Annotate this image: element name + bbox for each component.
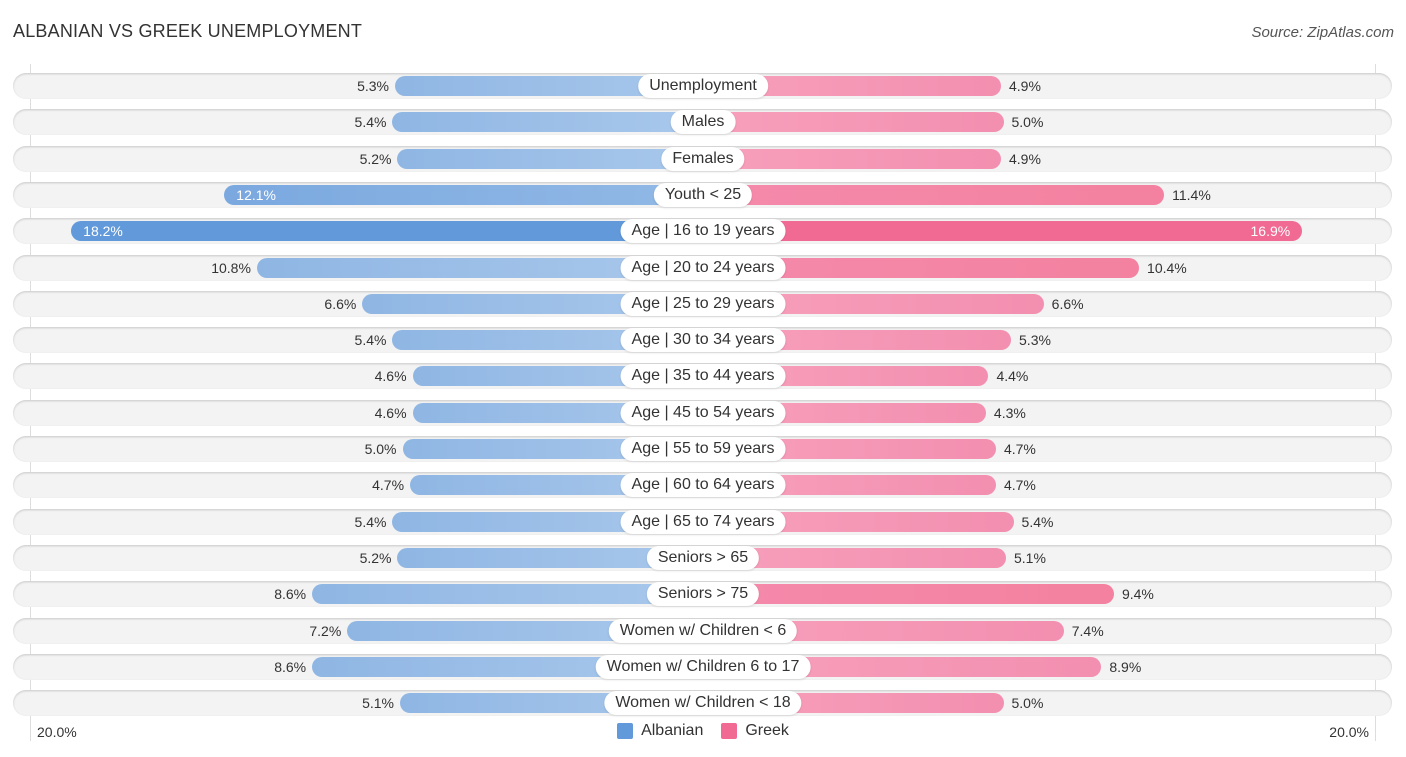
legend: Albanian Greek <box>0 722 1406 740</box>
bar-albanian[interactable] <box>312 584 703 605</box>
value-label-greek: 5.3% <box>1019 332 1051 349</box>
chart-row: 8.6% 8.9% Women w/ Children 6 to 17 <box>13 653 1392 680</box>
chart-row: 5.4% 5.4% Age | 65 to 74 years <box>13 508 1392 535</box>
value-label-greek: 11.4% <box>1172 186 1211 203</box>
value-label-greek: 4.7% <box>1003 477 1036 494</box>
bar-greek[interactable] <box>703 584 1114 605</box>
value-label-albanian: 5.2% <box>359 150 392 167</box>
value-label-albanian: 4.7% <box>372 477 405 494</box>
category-label: Males <box>670 110 736 135</box>
legend-item-albanian[interactable]: Albanian <box>617 722 703 740</box>
value-label-greek: 5.1% <box>1014 549 1046 566</box>
chart-row: 5.0% 4.7% Age | 55 to 59 years <box>13 436 1392 462</box>
value-label-greek: 16.9% <box>1250 223 1291 240</box>
bar-greek[interactable] <box>703 148 1001 169</box>
category-label: Age | 35 to 44 years <box>620 364 786 389</box>
chart-row: 5.2% 5.1% Seniors > 65 <box>13 544 1392 571</box>
bar-greek[interactable] <box>703 221 1303 242</box>
chart-row: 4.6% 4.3% Age | 45 to 54 years <box>13 399 1392 426</box>
value-label-albanian: 5.4% <box>354 513 387 530</box>
value-label-albanian: 5.0% <box>364 441 397 457</box>
category-label: Age | 20 to 24 years <box>620 255 786 280</box>
category-label: Youth < 25 <box>653 182 753 207</box>
value-label-greek: 4.7% <box>1003 441 1036 457</box>
value-label-albanian: 12.1% <box>236 186 276 203</box>
category-label: Women w/ Children 6 to 17 <box>595 654 811 679</box>
chart-row: 5.1% 5.0% Women w/ Children < 18 <box>13 690 1392 717</box>
category-label: Women w/ Children < 18 <box>604 691 802 716</box>
value-label-greek: 4.4% <box>996 368 1029 385</box>
legend-swatch-albanian <box>617 723 634 739</box>
value-label-albanian: 5.4% <box>354 114 387 131</box>
value-label-albanian: 7.2% <box>309 622 342 639</box>
chart-row: 7.2% 7.4% Women w/ Children < 6 <box>13 617 1392 644</box>
legend-label-greek: Greek <box>745 722 789 739</box>
bar-albanian[interactable] <box>71 221 703 242</box>
bar-greek[interactable] <box>703 112 1004 133</box>
category-label: Unemployment <box>638 74 768 98</box>
value-label-albanian: 8.6% <box>274 586 307 603</box>
legend-item-greek[interactable]: Greek <box>721 722 789 740</box>
value-label-greek: 7.4% <box>1071 622 1104 639</box>
source-label: Source: ZipAtlas.com <box>1251 24 1394 41</box>
chart-row: 8.6% 9.4% Seniors > 75 <box>13 581 1392 608</box>
value-label-greek: 5.0% <box>1011 695 1044 712</box>
value-label-albanian: 5.2% <box>359 549 392 566</box>
value-label-greek: 6.6% <box>1051 295 1084 312</box>
category-label: Seniors > 65 <box>646 545 760 570</box>
category-label: Women w/ Children < 6 <box>608 618 798 643</box>
category-label: Seniors > 75 <box>646 582 760 607</box>
chart-row: 5.4% 5.3% Age | 30 to 34 years <box>13 327 1392 354</box>
category-label: Age | 30 to 34 years <box>620 328 786 353</box>
value-label-albanian: 8.6% <box>274 658 307 675</box>
chart-row: 5.4% 5.0% Males <box>13 109 1392 136</box>
category-label: Females <box>661 146 745 171</box>
chart-row: 12.1% 11.4% Youth < 25 <box>13 181 1392 208</box>
bar-albanian[interactable] <box>224 184 703 205</box>
chart-row: 5.3% 4.9% Unemployment <box>13 73 1392 99</box>
chart-row: 4.6% 4.4% Age | 35 to 44 years <box>13 363 1392 390</box>
value-label-albanian: 18.2% <box>83 223 123 240</box>
value-label-albanian: 6.6% <box>324 295 357 312</box>
chart-row: 10.8% 10.4% Age | 20 to 24 years <box>13 254 1392 281</box>
value-label-albanian: 4.6% <box>374 404 407 421</box>
chart-title: ALBANIAN VS GREEK UNEMPLOYMENT <box>13 21 363 41</box>
value-label-greek: 4.9% <box>1008 150 1041 167</box>
category-label: Age | 25 to 29 years <box>620 291 786 316</box>
bar-albanian[interactable] <box>392 112 703 133</box>
legend-swatch-greek <box>721 723 738 739</box>
chart-row: 18.2% 16.9% Age | 16 to 19 years <box>13 218 1392 245</box>
legend-label-albanian: Albanian <box>641 722 704 739</box>
chart-row: 4.7% 4.7% Age | 60 to 64 years <box>13 472 1392 499</box>
value-label-greek: 10.4% <box>1147 259 1187 276</box>
category-label: Age | 60 to 64 years <box>620 473 786 498</box>
bar-greek[interactable] <box>703 184 1165 205</box>
chart-row: 6.6% 6.6% Age | 25 to 29 years <box>13 290 1392 317</box>
value-label-greek: 8.9% <box>1109 658 1142 675</box>
value-label-albanian: 5.3% <box>357 78 389 94</box>
category-label: Age | 65 to 74 years <box>620 509 786 534</box>
value-label-greek: 9.4% <box>1121 586 1154 603</box>
value-label-albanian: 5.1% <box>362 695 394 712</box>
category-label: Age | 16 to 19 years <box>620 219 786 244</box>
value-label-greek: 4.3% <box>993 404 1026 421</box>
value-label-greek: 5.4% <box>1021 513 1054 530</box>
value-label-greek: 4.9% <box>1008 78 1041 94</box>
value-label-albanian: 4.6% <box>374 368 407 385</box>
bar-albanian[interactable] <box>397 148 703 169</box>
value-label-albanian: 10.8% <box>211 259 251 276</box>
value-label-greek: 5.0% <box>1011 114 1044 131</box>
value-label-albanian: 5.4% <box>354 332 387 349</box>
category-label: Age | 55 to 59 years <box>620 437 786 461</box>
category-label: Age | 45 to 54 years <box>620 400 786 425</box>
chart-row: 5.2% 4.9% Females <box>13 145 1392 172</box>
